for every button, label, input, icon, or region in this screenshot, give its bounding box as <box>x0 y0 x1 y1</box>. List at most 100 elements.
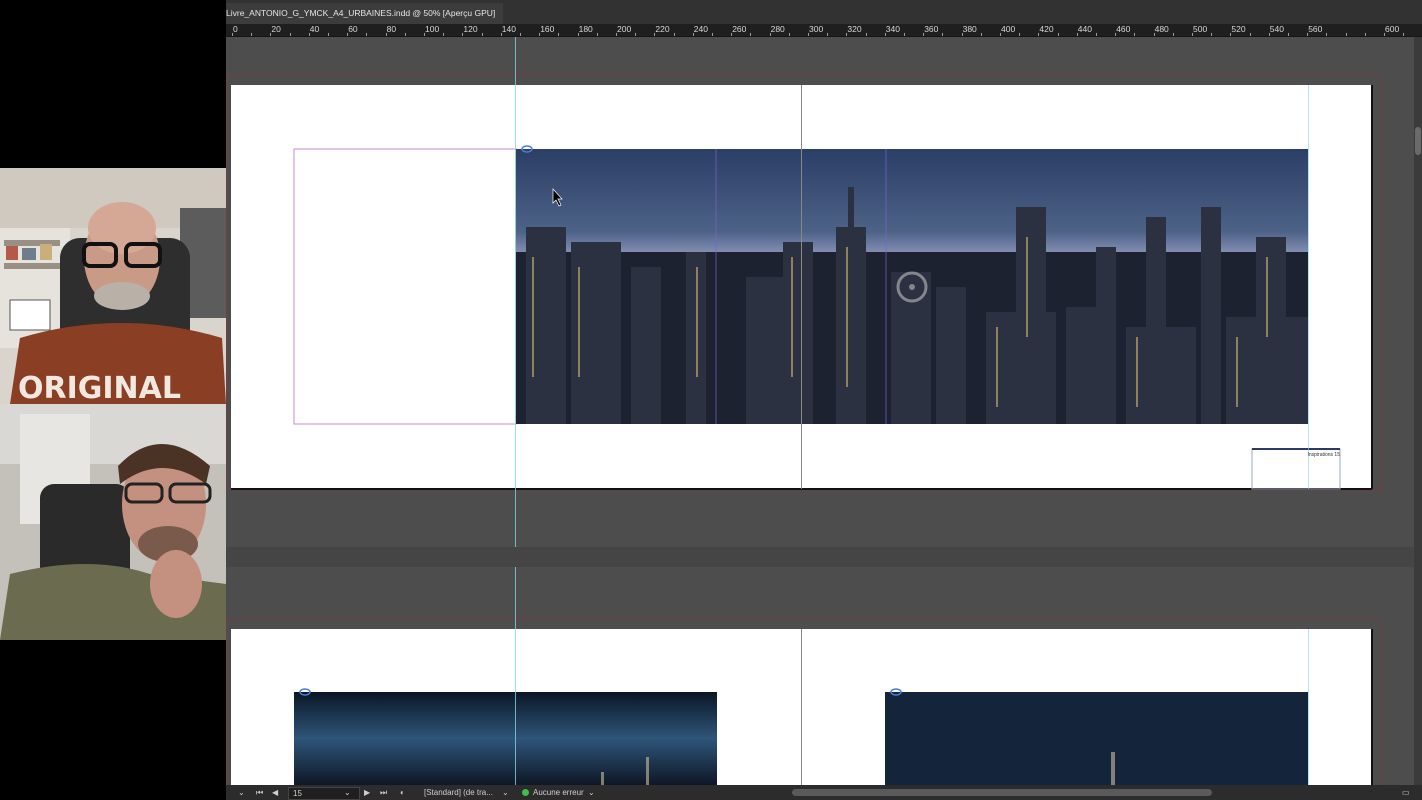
ruler-label: 0 <box>233 24 238 34</box>
webcam-panel: ORIGINAL <box>0 0 226 800</box>
ruler-label: 400 <box>1001 24 1016 34</box>
ruler-label: 300 <box>809 24 824 34</box>
ruler-label: 20 <box>271 24 281 34</box>
ruler-label: 440 <box>1077 24 1092 34</box>
ruler-tick <box>1384 33 1385 36</box>
document-tab[interactable]: Livre_ANTONIO_G_YMCK_A4_URBAINES.indd @ … <box>226 3 504 24</box>
ruler-tick <box>443 33 444 36</box>
ruler-tick <box>1134 33 1135 36</box>
ruler-label: 280 <box>770 24 785 34</box>
ruler-label: 520 <box>1231 24 1246 34</box>
ruler-tick <box>424 33 425 36</box>
ruler-tick <box>1211 33 1212 36</box>
next-page-icon[interactable]: ▶ <box>364 785 370 800</box>
ruler-tick <box>750 33 751 36</box>
ruler-tick <box>386 33 387 36</box>
ruler-label: 220 <box>655 24 670 34</box>
ruler-tick <box>405 33 406 36</box>
ruler-tick <box>827 33 828 36</box>
ruler-tick <box>1154 33 1155 36</box>
ruler-tick <box>366 33 367 36</box>
ruler-tick <box>328 33 329 36</box>
first-page-icon[interactable]: ⏮ <box>256 785 263 800</box>
horizontal-ruler[interactable]: 0 20 40 60 80 100 120 140 160 180 200 220 240 260 280 3… <box>226 24 1422 37</box>
document-tab-bar: Livre_ANTONIO_G_YMCK_A4_URBAINES.indd @ … <box>226 0 1422 24</box>
ruler-tick <box>962 33 963 36</box>
ruler-tick <box>789 33 790 36</box>
ruler-label: 460 <box>1116 24 1131 34</box>
ruler-tick <box>597 33 598 36</box>
ruler-tick <box>942 33 943 36</box>
ruler-tick <box>616 33 617 36</box>
last-page-icon[interactable]: ⏭ <box>380 785 387 800</box>
ruler-label: 80 <box>386 24 397 34</box>
preflight-toggle-icon[interactable]: ◐ <box>400 785 405 800</box>
ruler-label: 500 <box>1193 24 1208 34</box>
panel-toggle-icon[interactable]: ▭ <box>1402 785 1410 800</box>
horizontal-scroll-thumb[interactable] <box>792 789 1212 796</box>
ruler-tick <box>1000 33 1001 36</box>
ruler-tick <box>539 33 540 36</box>
ruler-label: 140 <box>501 24 516 34</box>
ruler-tick <box>251 33 252 36</box>
chevron-down-icon[interactable]: ⌄ <box>238 785 245 800</box>
preflight-profile[interactable]: [Standard] (de tra... <box>424 785 493 800</box>
previous-page-icon[interactable]: ◀ <box>272 785 278 800</box>
ruler-tick <box>1307 33 1308 36</box>
ruler-tick <box>904 33 905 36</box>
ruler-label: 320 <box>847 24 862 34</box>
ruler-tick <box>1288 33 1289 36</box>
ruler-label: 240 <box>693 24 708 34</box>
ruler-tick <box>558 33 559 36</box>
ruler-label: 360 <box>924 24 939 34</box>
ruler-tick <box>1230 33 1231 36</box>
ruler-label: 120 <box>463 24 478 34</box>
vertical-scrollbar[interactable] <box>1414 37 1422 785</box>
ruler-tick <box>693 33 694 36</box>
pasteboard[interactable]: Inspirations 15 <box>226 37 1414 785</box>
ruler-label: 160 <box>540 24 555 34</box>
vertical-scroll-thumb[interactable] <box>1415 127 1421 155</box>
ruler-label: 60 <box>348 24 358 34</box>
ruler-tick <box>923 33 924 36</box>
ruler-label: 200 <box>617 24 632 34</box>
ruler-label: 40 <box>309 24 320 34</box>
chevron-down-icon[interactable]: ⌄ <box>588 785 595 800</box>
ruler-label: 340 <box>885 24 900 34</box>
status-bar: ⌄ ⏮ ◀ 15 ⌄ ▶ ⏭ ◐ [Standard] (de tra... ⌄… <box>226 785 1422 800</box>
ruler-tick <box>731 33 732 36</box>
ruler-tick <box>462 33 463 36</box>
ruler-label: 600 <box>1385 24 1400 34</box>
webcam-host: ORIGINAL <box>0 168 226 404</box>
preflight-status-icon <box>522 789 529 796</box>
indesign-window: Livre_ANTONIO_G_YMCK_A4_URBAINES.indd @ … <box>226 0 1422 800</box>
ruler-tick <box>270 33 271 36</box>
ruler-tick <box>1192 33 1193 36</box>
ruler-label: 540 <box>1269 24 1284 34</box>
ruler-tick <box>866 33 867 36</box>
ruler-tick <box>808 33 809 36</box>
chevron-down-icon[interactable]: ⌄ <box>344 785 351 800</box>
ruler-tick <box>482 33 483 36</box>
ruler-tick <box>578 33 579 36</box>
ruler-tick <box>347 33 348 36</box>
ruler-label: 560 <box>1308 24 1323 34</box>
ruler-tick <box>674 33 675 36</box>
ruler-tick <box>712 33 713 36</box>
ruler-tick <box>290 33 291 36</box>
night-city-image-left <box>294 692 717 785</box>
ruler-tick <box>981 33 982 36</box>
night-city-image-right <box>885 692 1308 785</box>
ruler-tick <box>846 33 847 36</box>
page-footer-text: Inspirations 15 <box>1307 452 1340 458</box>
ruler-tick <box>770 33 771 36</box>
ruler-tick <box>501 33 502 36</box>
ruler-tick <box>1096 33 1097 36</box>
svg-text:ORIGINAL: ORIGINAL <box>18 371 181 404</box>
preflight-status[interactable]: Aucune erreur <box>533 785 584 800</box>
chevron-down-icon[interactable]: ⌄ <box>502 785 509 800</box>
ruler-tick <box>1269 33 1270 36</box>
webcam-guest <box>0 404 226 640</box>
ruler-tick <box>232 33 233 36</box>
ruler-tick <box>1250 33 1251 36</box>
